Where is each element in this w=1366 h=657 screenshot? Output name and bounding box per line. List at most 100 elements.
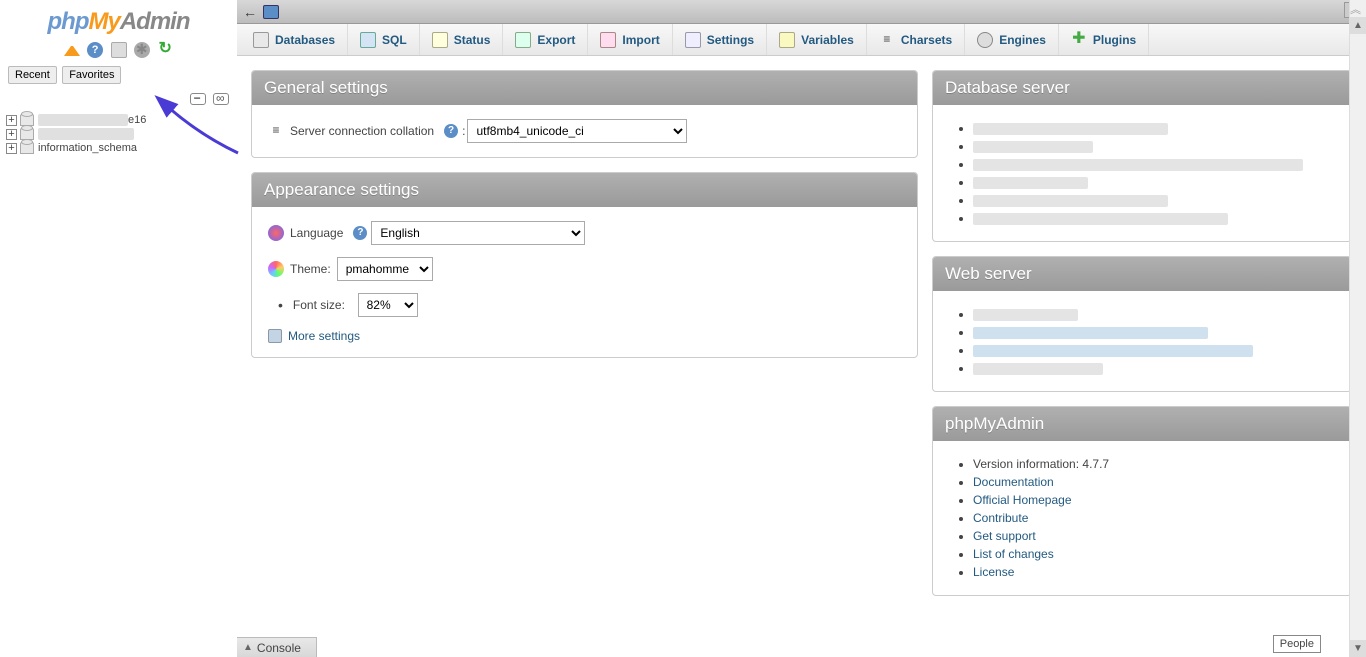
scrollbar[interactable]: ︽ ▲ ▼ (1349, 0, 1366, 657)
general-settings-panel: General settings ≡ Server connection col… (251, 70, 918, 158)
sql-icon (360, 32, 376, 48)
settings-icon[interactable] (134, 42, 150, 58)
language-icon (268, 225, 284, 241)
list-item (973, 191, 1335, 209)
menu-label: Status (454, 33, 491, 47)
blurred-db-name (38, 128, 134, 140)
menu-engines[interactable]: Engines (965, 24, 1059, 55)
scroll-down-icon[interactable]: ▼ (1350, 640, 1366, 657)
panel-heading: Web server (933, 257, 1351, 291)
tree-item[interactable]: + e16 (4, 113, 233, 127)
expand-icon[interactable]: + (6, 115, 17, 126)
menu-settings[interactable]: Settings (673, 24, 767, 55)
list-item (973, 323, 1335, 341)
menu-export[interactable]: Export (503, 24, 588, 55)
theme-row: Theme: pmahomme (268, 257, 901, 281)
settings-icon (685, 32, 701, 48)
help-icon[interactable]: ? (353, 226, 367, 240)
database-server-panel: Database server (932, 70, 1352, 242)
export-icon (515, 32, 531, 48)
appearance-settings-panel: Appearance settings Language ? English (251, 172, 918, 358)
pma-link-homepage[interactable]: Official Homepage (973, 493, 1072, 507)
tab-recent[interactable]: Recent (8, 66, 57, 84)
collation-label: Server connection collation (290, 124, 434, 138)
status-icon (432, 32, 448, 48)
fontsize-select[interactable]: 82% (358, 293, 418, 317)
menu-variables[interactable]: Variables (767, 24, 867, 55)
pma-link-support[interactable]: Get support (973, 529, 1036, 543)
console-toggle[interactable]: ▲ Console (237, 637, 317, 657)
menu-label: Databases (275, 33, 335, 47)
panel-heading: Database server (933, 71, 1351, 105)
menu-sql[interactable]: SQL (348, 24, 420, 55)
tab-favorites[interactable]: Favorites (62, 66, 121, 84)
menu-databases[interactable]: Databases (241, 24, 348, 55)
tree-controls (0, 87, 237, 107)
expand-icon[interactable]: + (6, 143, 17, 154)
more-settings-link[interactable]: More settings (288, 329, 360, 343)
logo[interactable]: phpMyAdmin (0, 0, 237, 40)
content: General settings ≡ Server connection col… (237, 56, 1366, 657)
server-icon[interactable] (263, 5, 279, 19)
import-icon (600, 32, 616, 48)
fontsize-label: Font size: (293, 298, 345, 312)
menu-plugins[interactable]: ✚ Plugins (1059, 24, 1149, 55)
menu-label: Settings (707, 33, 754, 47)
databases-icon (253, 32, 269, 48)
expand-icon[interactable]: + (6, 129, 17, 140)
tree-item[interactable]: + (4, 127, 233, 141)
blurred-db-name (38, 114, 128, 126)
plugins-icon: ✚ (1071, 32, 1087, 48)
panel-heading: General settings (252, 71, 917, 105)
pma-link-license[interactable]: License (973, 565, 1014, 579)
double-chevron-up-icon[interactable]: ︽ (1350, 1, 1364, 11)
language-row: Language ? English (268, 221, 901, 245)
phpmyadmin-panel: phpMyAdmin Version information: 4.7.7 Do… (932, 406, 1352, 596)
help-icon[interactable]: ? (87, 42, 103, 58)
wrench-icon (268, 329, 282, 343)
theme-label: Theme: (290, 262, 331, 276)
language-label: Language (290, 226, 343, 240)
link-icon[interactable] (213, 93, 229, 105)
collation-row: ≡ Server connection collation ? : utf8mb… (268, 119, 901, 143)
language-select[interactable]: English (371, 221, 585, 245)
collapse-all-icon[interactable] (190, 93, 206, 105)
pma-link-documentation[interactable]: Documentation (973, 475, 1054, 489)
list-item (973, 119, 1335, 137)
menu-label: SQL (382, 33, 407, 47)
scroll-up-icon[interactable]: ▲ (1350, 17, 1366, 34)
collation-select[interactable]: utf8mb4_unicode_ci (467, 119, 687, 143)
refresh-icon[interactable]: ↻ (157, 42, 173, 58)
version-info: Version information: 4.7.7 (973, 455, 1335, 473)
people-indicator[interactable]: People (1273, 635, 1321, 653)
menu-label: Engines (999, 33, 1046, 47)
chevron-up-icon: ▲ (243, 642, 253, 653)
sidebar-quick-icons: ? ↻ (0, 40, 237, 64)
theme-select[interactable]: pmahomme (337, 257, 433, 281)
pma-link-contribute[interactable]: Contribute (973, 511, 1028, 525)
menu-import[interactable]: Import (588, 24, 672, 55)
menu-charsets[interactable]: ≡Charsets (867, 24, 965, 55)
web-server-panel: Web server (932, 256, 1352, 392)
panel-heading: phpMyAdmin (933, 407, 1351, 441)
collation-icon: ≡ (268, 123, 284, 139)
home-icon[interactable] (64, 40, 80, 56)
panel-heading: Appearance settings (252, 173, 917, 207)
menu-label: Variables (801, 33, 854, 47)
docs-icon[interactable] (111, 42, 127, 58)
back-icon[interactable]: ← (243, 4, 257, 20)
pma-link-changes[interactable]: List of changes (973, 547, 1054, 561)
fontsize-row: Font size: 82% (278, 293, 901, 317)
menu-label: Charsets (901, 33, 952, 47)
main: ← ⌃ DatabasesSQLStatusExportImportSettin… (237, 0, 1366, 657)
more-settings-row: More settings (268, 329, 901, 343)
list-item (973, 341, 1335, 359)
menu-status[interactable]: Status (420, 24, 504, 55)
menu-label: Plugins (1093, 33, 1136, 47)
top-menu: Databases SQL Status ExportImport Settings Va… (237, 24, 1366, 56)
breadcrumb-bar: ← (237, 0, 1366, 24)
tree-item-information-schema[interactable]: + information_schema (4, 141, 233, 155)
sidebar-tabs: Recent Favorites (0, 64, 237, 87)
help-icon[interactable]: ? (444, 124, 458, 138)
engines-icon (977, 32, 993, 48)
